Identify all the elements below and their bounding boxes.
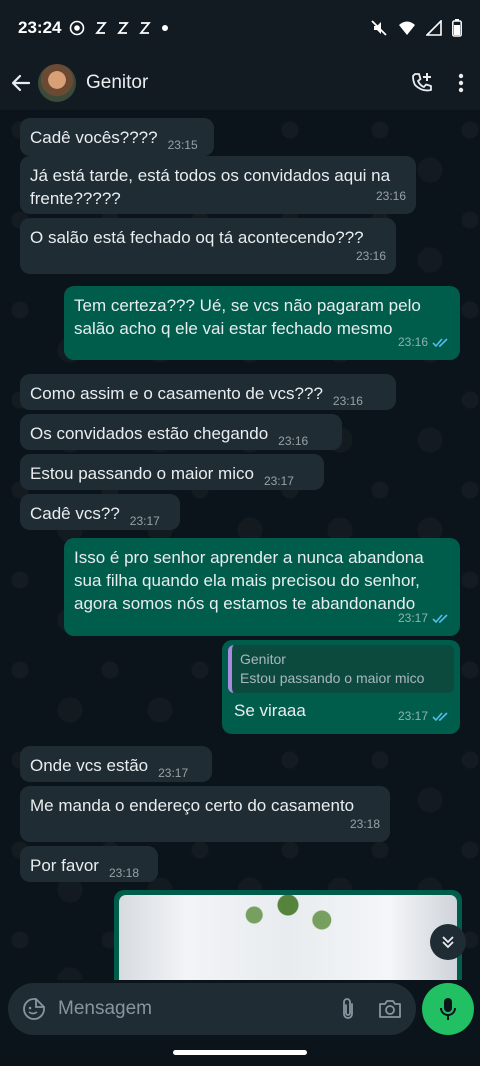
message-meta: 23:17 — [398, 705, 450, 728]
home-gesture-handle[interactable] — [173, 1050, 307, 1055]
status-bar: 23:24 — [0, 0, 480, 56]
add-call-icon[interactable] — [410, 71, 434, 95]
dot-icon — [161, 24, 169, 32]
message-incoming[interactable]: O salão está fechado oq tá acontecendo??… — [20, 218, 396, 274]
message-time: 23:16 — [375, 189, 406, 203]
message-incoming[interactable]: Cadê vcs?? 23:17 — [20, 494, 180, 530]
message-incoming[interactable]: Onde vcs estão 23:17 — [20, 746, 212, 782]
message-text: Tem certeza??? Ué, se vcs não pagaram pe… — [74, 296, 421, 338]
message-text: Me manda o endereço certo do casamento — [30, 796, 355, 815]
message-outgoing-reply[interactable]: Genitor Estou passando o maior mico Se v… — [222, 640, 460, 734]
system-status-icons — [370, 19, 462, 37]
notification-icons — [69, 20, 169, 36]
attach-icon[interactable] — [340, 997, 356, 1021]
quoted-sender: Genitor — [240, 651, 286, 667]
quoted-text: Estou passando o maior mico — [240, 670, 425, 686]
header-actions — [410, 71, 480, 95]
message-text: Isso é pro senhor aprender a nunca aband… — [74, 548, 424, 613]
wifi-icon — [398, 20, 416, 36]
message-text: Estou passando o maior mico — [30, 464, 254, 483]
double-check-icon — [432, 613, 450, 624]
message-incoming[interactable]: Estou passando o maior mico 23:17 — [20, 454, 324, 490]
avatar[interactable] — [38, 64, 76, 102]
message-time: 23:18 — [108, 866, 140, 880]
message-text: Onde vcs estão — [30, 756, 149, 775]
scroll-to-bottom-button[interactable] — [430, 924, 466, 960]
mic-button[interactable] — [422, 983, 474, 1035]
chat-header: Genitor — [0, 56, 480, 110]
message-meta: 23:16 — [398, 331, 450, 354]
message-time: 23:17 — [129, 514, 160, 528]
mic-icon — [439, 997, 457, 1021]
image-thumbnail[interactable] — [119, 895, 457, 980]
message-text: Cadê vocês???? — [30, 128, 158, 147]
message-time: 23:16 — [332, 394, 363, 408]
sticker-icon[interactable] — [22, 997, 46, 1021]
app-notification-icon — [139, 21, 152, 35]
message-time: 23:16 — [355, 249, 386, 263]
message-time: 23:17 — [263, 474, 294, 488]
message-time: 23:17 — [397, 709, 428, 723]
message-outgoing[interactable]: Tem certeza??? Ué, se vcs não pagaram pe… — [64, 286, 460, 360]
message-time: 23:16 — [278, 434, 309, 448]
system-nav-bar — [0, 1040, 480, 1066]
signal-icon — [426, 20, 442, 36]
message-text: Os convidados estão chegando — [30, 424, 269, 443]
message-input-container[interactable] — [8, 983, 416, 1035]
message-outgoing[interactable]: Isso é pro senhor aprender a nunca aband… — [64, 538, 460, 636]
message-text: Por favor — [30, 856, 99, 875]
contact-name[interactable]: Genitor — [86, 72, 148, 94]
app-notification-icon — [95, 21, 108, 35]
message-outgoing-image[interactable] — [114, 890, 462, 980]
message-text: O salão está fechado oq tá acontecendo??… — [30, 228, 364, 247]
message-incoming[interactable]: Me manda o endereço certo do casamento 2… — [20, 786, 390, 842]
message-time: 23:17 — [158, 766, 189, 780]
message-text: Já está tarde, está todos os convidados … — [30, 166, 391, 208]
camera-icon[interactable] — [378, 998, 402, 1020]
back-arrow-icon[interactable] — [6, 73, 36, 93]
message-time: 23:17 — [397, 611, 428, 625]
composer-tools — [340, 997, 402, 1021]
double-check-icon — [432, 711, 450, 722]
message-time: 23:16 — [397, 335, 428, 349]
battery-icon — [452, 19, 462, 37]
double-chevron-down-icon — [440, 934, 456, 950]
quoted-message[interactable]: Genitor Estou passando o maior mico — [228, 645, 454, 693]
message-meta: 23:17 — [398, 607, 450, 630]
message-input[interactable] — [58, 998, 308, 1020]
app-notification-icon — [117, 21, 130, 35]
message-incoming[interactable]: Cadê vocês???? 23:15 — [20, 118, 214, 156]
message-incoming[interactable]: Como assim e o casamento de vcs??? 23:16 — [20, 374, 396, 410]
message-time: 23:18 — [349, 817, 380, 831]
message-incoming[interactable]: Já está tarde, está todos os convidados … — [20, 156, 416, 214]
camera-record-icon — [69, 20, 85, 36]
status-time: 23:24 — [18, 18, 62, 37]
more-vert-icon[interactable] — [458, 73, 464, 93]
message-text: Como assim e o casamento de vcs??? — [30, 384, 323, 403]
mute-icon — [370, 19, 388, 37]
chat-area[interactable]: Cadê vocês???? 23:15 Já está tarde, está … — [0, 110, 480, 980]
message-text: Cadê vcs?? — [30, 504, 120, 523]
message-incoming[interactable]: Por favor 23:18 — [20, 846, 158, 882]
message-time: 23:15 — [167, 138, 198, 152]
double-check-icon — [432, 337, 450, 348]
composer — [0, 980, 480, 1040]
message-incoming[interactable]: Os convidados estão chegando 23:16 — [20, 414, 342, 450]
